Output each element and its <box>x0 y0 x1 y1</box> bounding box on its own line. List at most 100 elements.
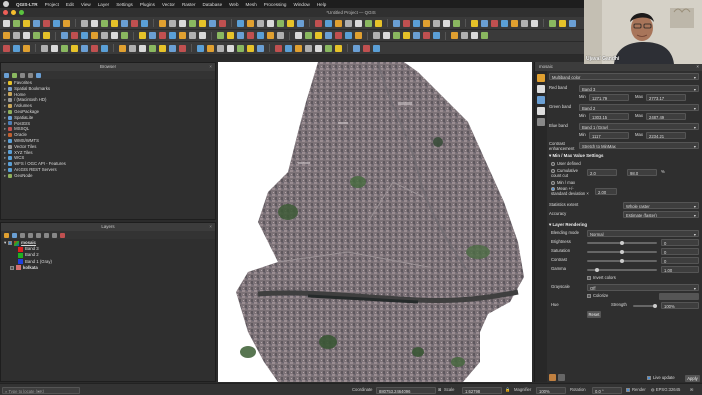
transparency-tab-icon[interactable] <box>537 85 545 93</box>
digitize-icon[interactable] <box>71 44 78 52</box>
slider-knob[interactable] <box>620 250 624 254</box>
new-project-icon[interactable] <box>501 19 508 27</box>
scale-select[interactable]: 1:62798 <box>462 386 502 394</box>
digitize-icon[interactable] <box>443 19 450 27</box>
saturation-slider[interactable] <box>587 250 657 254</box>
manage-themes-icon[interactable] <box>20 232 25 238</box>
red-band-select[interactable]: Band 3 ▾ <box>579 84 699 92</box>
plugin-icon[interactable] <box>159 19 166 27</box>
filter-legend-icon[interactable] <box>28 232 33 238</box>
measure-icon[interactable] <box>91 19 98 27</box>
reset-button[interactable]: Reset <box>587 311 601 318</box>
save-project-icon[interactable] <box>521 19 528 27</box>
close-window-icon[interactable] <box>3 10 8 15</box>
save-project-icon[interactable] <box>169 32 176 39</box>
zoom-in-icon[interactable] <box>355 32 362 39</box>
zoom-in-icon[interactable] <box>3 44 10 52</box>
menu-mesh[interactable]: Mesh <box>246 2 257 7</box>
identify-icon[interactable] <box>363 44 370 52</box>
refresh-icon[interactable] <box>12 72 17 78</box>
contrast-input[interactable]: 0 <box>661 256 699 264</box>
measure-icon[interactable] <box>51 44 58 52</box>
collapse-all-icon[interactable] <box>28 72 33 78</box>
contrast-slider[interactable] <box>587 259 657 263</box>
add-vector-icon[interactable] <box>277 32 284 39</box>
save-project-icon[interactable] <box>335 32 342 39</box>
add-vector-icon[interactable] <box>297 19 304 27</box>
new-project-icon[interactable] <box>3 19 10 27</box>
select-icon[interactable] <box>61 32 68 39</box>
plugin-icon[interactable] <box>119 44 126 52</box>
green-max-input[interactable]: 2487.49 <box>646 112 686 120</box>
colorize-checkbox[interactable]: Colorize <box>587 293 608 299</box>
identify-icon[interactable] <box>43 32 50 39</box>
add-vector-icon[interactable] <box>111 32 118 39</box>
rendering-tab-icon[interactable] <box>537 107 545 115</box>
identify-icon[interactable] <box>403 19 410 27</box>
identify-icon[interactable] <box>237 19 244 27</box>
identify-icon[interactable] <box>23 44 30 52</box>
add-vector-icon[interactable] <box>451 32 458 39</box>
open-project-icon[interactable] <box>305 44 312 52</box>
layer-visibility-checkbox[interactable] <box>8 241 13 246</box>
live-update-checkbox[interactable]: Live update <box>647 375 675 381</box>
blending-mode-select[interactable]: Normal ▾ <box>587 229 699 237</box>
slider-knob[interactable] <box>620 241 624 245</box>
plugin-icon[interactable] <box>285 44 292 52</box>
open-styling-icon[interactable] <box>4 232 9 238</box>
add-raster-icon[interactable] <box>121 19 128 27</box>
python-icon[interactable] <box>101 44 108 52</box>
layer-visibility-checkbox[interactable] <box>10 265 14 270</box>
cumulative-low-input[interactable]: 2.0 <box>587 169 617 176</box>
add-raster-icon[interactable] <box>287 19 294 27</box>
identify-icon[interactable] <box>197 44 204 52</box>
plugin-icon[interactable] <box>305 32 312 39</box>
pan-icon[interactable] <box>199 19 206 27</box>
save-project-icon[interactable] <box>23 19 30 27</box>
plugin-icon[interactable] <box>491 19 498 27</box>
select-icon[interactable] <box>413 19 420 27</box>
new-project-icon[interactable] <box>315 32 322 39</box>
crs-button[interactable]: ◍ EPSG:32645 <box>651 387 680 393</box>
map-canvas[interactable] <box>218 62 532 382</box>
red-max-input[interactable]: 2773.17 <box>646 93 686 101</box>
zoom-in-icon[interactable] <box>43 19 50 27</box>
zoom-out-icon[interactable] <box>33 32 40 39</box>
select-icon[interactable] <box>81 19 88 27</box>
zoom-out-icon[interactable] <box>353 44 360 52</box>
identify-icon[interactable] <box>217 32 224 39</box>
label-icon[interactable] <box>81 32 88 39</box>
digitize-icon[interactable] <box>257 32 264 39</box>
render-checkbox[interactable]: Render <box>626 387 646 393</box>
add-raster-icon[interactable] <box>453 19 460 27</box>
measure-icon[interactable] <box>237 32 244 39</box>
radio-min-max[interactable]: Min / max <box>551 180 575 186</box>
zoom-in-icon[interactable] <box>189 32 196 39</box>
select-icon[interactable] <box>227 32 234 39</box>
zoom-out-icon[interactable] <box>559 19 566 27</box>
new-project-icon[interactable] <box>129 44 136 52</box>
render-type-select[interactable]: Multiband color ▾ <box>549 73 699 80</box>
menu-help[interactable]: Help <box>317 2 326 7</box>
new-project-icon[interactable] <box>149 32 156 39</box>
collapse-all-icon[interactable] <box>52 232 57 238</box>
digitize-icon[interactable] <box>111 19 118 27</box>
zoom-in-icon[interactable] <box>209 19 216 27</box>
magnifier-input[interactable]: 100% <box>536 386 566 394</box>
green-band-select[interactable]: Band 2 ▾ <box>579 103 699 111</box>
add-raster-icon[interactable] <box>81 44 88 52</box>
layer-rendering-section-header[interactable]: ▾ Layer Rendering <box>549 221 702 228</box>
slider-knob[interactable] <box>653 304 657 308</box>
menu-view[interactable]: View <box>81 2 91 7</box>
symbology-tab-icon[interactable] <box>537 74 545 82</box>
blue-band-select[interactable]: Band 1 (Gray) ▾ <box>579 122 699 130</box>
browser-item[interactable]: ▸ GeoNode <box>4 173 212 179</box>
saturation-input[interactable]: 0 <box>661 247 699 255</box>
identify-icon[interactable] <box>569 19 576 27</box>
open-project-icon[interactable] <box>345 19 352 27</box>
menu-layer[interactable]: Layer <box>98 2 110 7</box>
zoom-in-icon[interactable] <box>335 44 342 52</box>
zoom-in-icon[interactable] <box>375 19 382 27</box>
radio-user-defined[interactable]: User defined <box>551 161 581 167</box>
menu-vector[interactable]: Vector <box>162 2 175 7</box>
